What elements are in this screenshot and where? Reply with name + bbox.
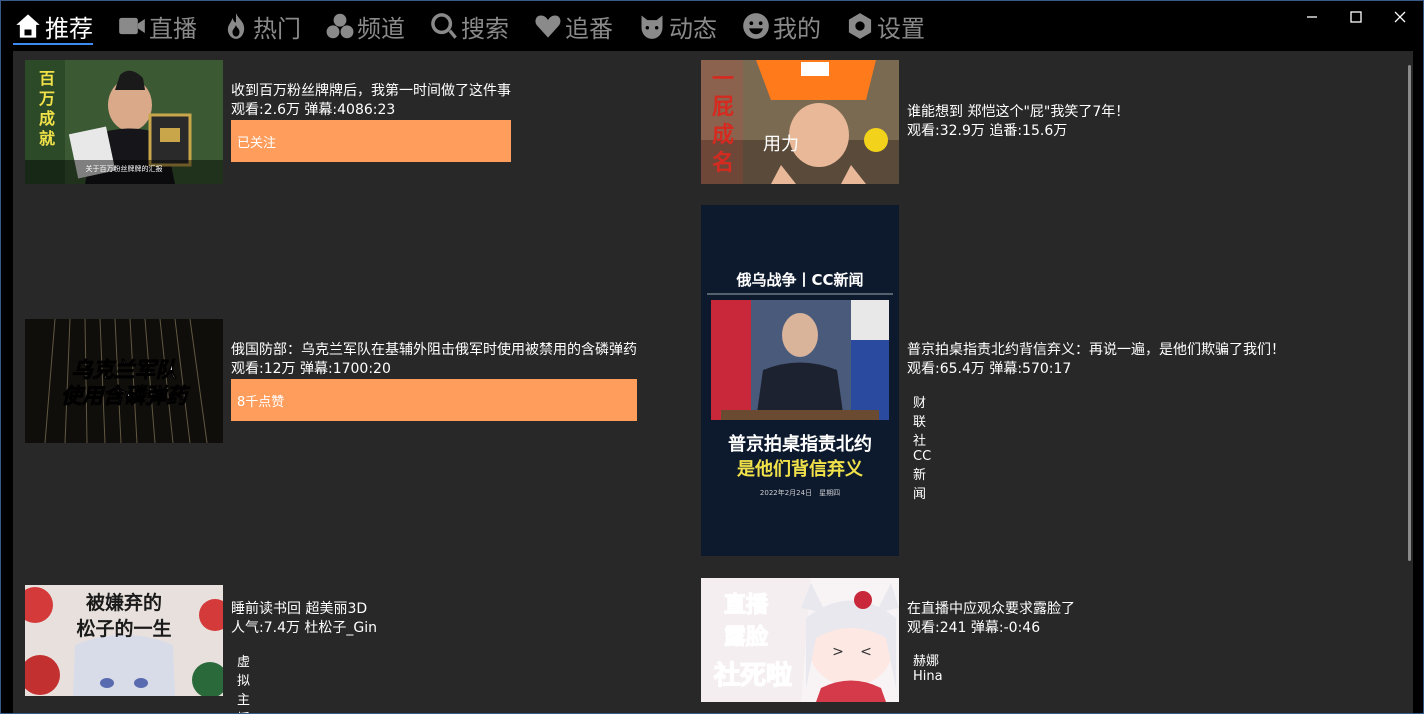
- tab-label: 动态: [669, 14, 717, 43]
- video-thumbnail[interactable]: 一 屁 成 名 用力: [701, 60, 899, 184]
- video-title[interactable]: 睡前读书回 超美丽3D: [231, 600, 367, 619]
- video-camera-icon: [117, 11, 147, 41]
- tab-label: 搜索: [461, 14, 509, 43]
- thumbnail-text: 名: [712, 150, 734, 176]
- video-title[interactable]: 谁能想到 郑恺这个"屁"我笑了7年！: [907, 103, 1129, 122]
- tab-label: 追番: [565, 14, 613, 43]
- thumbnail-text: 屁: [712, 95, 734, 120]
- thumbnail-caption: 关于百万粉丝牌牌的汇报: [86, 164, 163, 173]
- tab-label: 热门: [253, 14, 301, 43]
- thumbnail-text: 直播: [724, 592, 769, 618]
- app-window: 推荐 直播 热门 频道 搜索 追番 动态 我的 设置 关于百万粉丝牌牌的汇报 百…: [0, 0, 1424, 714]
- gear-icon: [845, 11, 875, 41]
- fire-icon: [221, 11, 251, 41]
- video-title[interactable]: 普京拍桌指责北约背信弃义：再说一遍，是他们欺骗了我们！: [907, 341, 1285, 360]
- tab-label: 我的: [773, 14, 821, 43]
- tab-mine[interactable]: 我的: [741, 7, 821, 45]
- thumbnail-text: 成: [712, 123, 734, 148]
- tab-live[interactable]: 直播: [117, 7, 197, 45]
- channels-icon: [325, 11, 355, 41]
- tab-label: 频道: [357, 14, 405, 43]
- title-bar: 推荐 直播 热门 频道 搜索 追番 动态 我的 设置: [1, 1, 1423, 51]
- thumbnail-text: 露脸: [724, 624, 769, 650]
- video-thumbnail[interactable]: 关于百万粉丝牌牌的汇报 百 万 成 就: [25, 60, 223, 184]
- thumbnail-date: 2022年2月24日 星期四: [760, 488, 840, 497]
- thumbnail-header: 俄乌战争丨CC新闻: [735, 271, 863, 289]
- video-stats: 人气:7.4万 杜松子_Gin: [231, 620, 378, 636]
- thumbnail-text: 普京拍桌指责北约: [728, 433, 872, 455]
- smiley-icon: [741, 11, 771, 41]
- svg-text:>: >: [832, 644, 844, 660]
- tab-channels[interactable]: 频道: [325, 7, 405, 45]
- thumbnail-text: 被嫌弃的: [86, 591, 162, 614]
- tab-bangumi[interactable]: 追番: [533, 7, 613, 45]
- video-title[interactable]: 收到百万粉丝牌牌后，我第一时间做了这件事: [231, 82, 511, 101]
- video-stats: 观看:12万 弹幕:1700:20: [231, 361, 391, 377]
- thumbnail-text: 使用含磷弹药: [61, 384, 191, 408]
- vertical-scrollbar[interactable]: [1408, 65, 1411, 561]
- minimize-button[interactable]: [1292, 5, 1332, 29]
- close-button[interactable]: [1380, 5, 1420, 29]
- minimize-icon: [1307, 16, 1317, 18]
- thumbnail-caption: 用力: [763, 134, 799, 155]
- thumbnail-text: 万: [38, 89, 55, 108]
- home-icon: [13, 11, 43, 41]
- tab-recommend[interactable]: 推荐: [13, 7, 93, 45]
- thumbnail-text: 一: [712, 67, 734, 92]
- tab-settings[interactable]: 设置: [845, 7, 925, 45]
- maximize-icon: [1350, 11, 1362, 23]
- video-thumbnail[interactable]: 被嫌弃的 松子的一生: [25, 585, 223, 696]
- thumbnail-text: 乌克兰军队: [72, 358, 178, 382]
- active-tab-indicator: [13, 43, 93, 45]
- dynamic-icon: [637, 11, 667, 41]
- uploader-name[interactable]: 虚拟主播: [237, 651, 250, 713]
- tab-label: 推荐: [45, 14, 93, 43]
- thumbnail-text: 社死啦: [714, 660, 792, 691]
- heart-icon: [533, 11, 563, 41]
- thumbnail-text: 松子的一生: [76, 617, 171, 640]
- tab-label: 设置: [877, 14, 925, 43]
- follow-status-button[interactable]: 已关注: [231, 120, 511, 162]
- tab-label: 直播: [149, 14, 197, 43]
- close-icon: [1394, 11, 1406, 23]
- tab-dynamic[interactable]: 动态: [637, 7, 717, 45]
- video-title[interactable]: 在直播中应观众要求露脸了: [907, 600, 1075, 619]
- video-thumbnail[interactable]: 俄乌战争丨CC新闻 普京拍桌指责北约 是他们背信弃义 2022年2月24日 星期…: [701, 205, 899, 556]
- uploader-name[interactable]: 财联社CC新闻: [913, 392, 931, 502]
- video-stats: 观看:65.4万 弹幕:570:17: [907, 361, 1072, 377]
- thumbnail-text: 百: [39, 69, 55, 88]
- video-feed[interactable]: 关于百万粉丝牌牌的汇报 百 万 成 就 收到百万粉丝牌牌后，我第一时间做了这件事…: [13, 51, 1413, 713]
- svg-text:<: <: [860, 644, 872, 660]
- tab-hot[interactable]: 热门: [221, 7, 301, 45]
- video-stats: 观看:32.9万 追番:15.6万: [907, 123, 1068, 139]
- tab-search[interactable]: 搜索: [429, 7, 509, 45]
- likes-button[interactable]: 8千点赞: [231, 379, 637, 421]
- thumbnail-text: 就: [39, 129, 55, 148]
- video-stats: 观看:241 弹幕:-0:46: [907, 620, 1041, 636]
- video-thumbnail[interactable]: 乌克兰军队 使用含磷弹药: [25, 319, 223, 443]
- uploader-name[interactable]: 赫娜Hina: [913, 650, 943, 684]
- video-title[interactable]: 俄国防部：乌克兰军队在基辅外阻击俄军时使用被禁用的含磷弹药: [231, 341, 637, 360]
- video-stats: 观看:2.6万 弹幕:4086:23: [231, 102, 396, 118]
- search-icon: [429, 11, 459, 41]
- maximize-button[interactable]: [1336, 5, 1376, 29]
- video-thumbnail[interactable]: > < 直播 露脸 社死啦: [701, 578, 899, 702]
- thumbnail-text: 成: [39, 109, 55, 128]
- thumbnail-text: 是他们背信弃义: [736, 458, 863, 480]
